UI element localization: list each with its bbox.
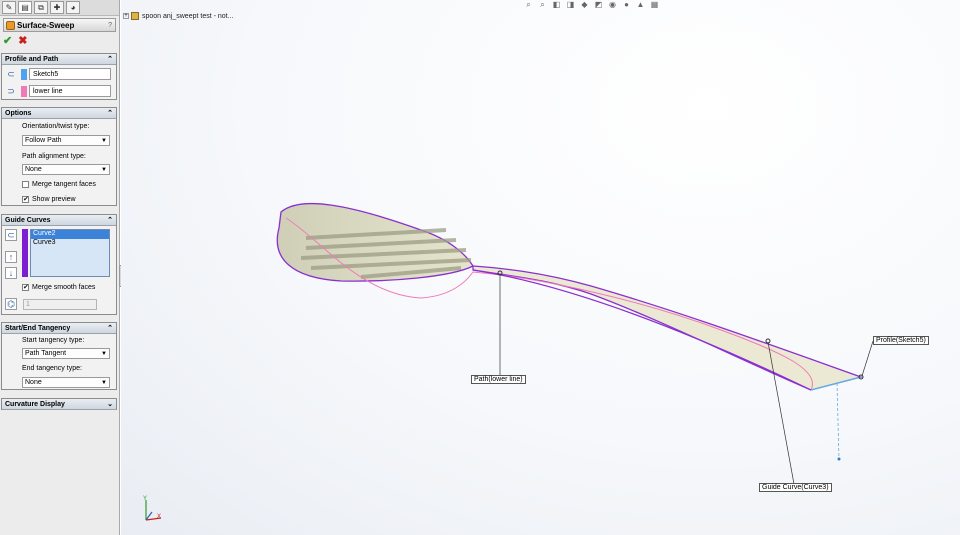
guide-curve-color-swatch bbox=[22, 229, 28, 277]
triad-y-label: Y bbox=[143, 496, 147, 502]
sketch-point[interactable] bbox=[837, 457, 841, 461]
collapse-chevron-icon[interactable]: ⌃ bbox=[107, 55, 113, 63]
guide-curves-header[interactable]: Guide Curves ⌃ bbox=[2, 215, 116, 226]
profile-path-group: Profile and Path ⌃ ⊂ Sketch5 ⊃ lower lin… bbox=[1, 53, 117, 100]
merge-tangent-label: Merge tangent faces bbox=[32, 181, 96, 188]
ok-cancel-bar: ✔ ✖ bbox=[0, 32, 119, 48]
tangency-group: Start/End Tangency ⌃ Start tangency type… bbox=[1, 322, 117, 390]
options-group: Options ⌃ Orientation/twist type: Follow… bbox=[1, 107, 117, 206]
merge-smooth-label: Merge smooth faces bbox=[32, 284, 96, 291]
guide-curve-line bbox=[472, 269, 812, 391]
curvature-display-header[interactable]: Curvature Display ⌄ bbox=[2, 399, 116, 410]
options-header[interactable]: Options ⌃ bbox=[2, 108, 116, 119]
sketch-construction-line bbox=[836, 382, 840, 461]
profile-icon: ⊂ bbox=[7, 68, 15, 79]
profile-path-heading: Profile and Path bbox=[5, 55, 59, 63]
feature-title: Surface-Sweep bbox=[17, 20, 75, 30]
end-tangency-dropdown[interactable]: None ▼ bbox=[22, 377, 110, 388]
collapse-chevron-icon[interactable]: ⌃ bbox=[107, 324, 113, 332]
dimxpert-manager-tab-icon[interactable]: ✚ bbox=[50, 1, 64, 14]
path-callout[interactable]: Path(lower line) bbox=[471, 375, 526, 384]
profile-callout[interactable]: Profile(Sketch5) bbox=[873, 336, 929, 345]
collapse-chevron-icon[interactable]: ⌃ bbox=[107, 109, 113, 117]
profile-path-header[interactable]: Profile and Path ⌃ bbox=[2, 54, 116, 65]
guide-curves-heading: Guide Curves bbox=[5, 216, 51, 224]
model-viewport: Y X bbox=[143, 202, 874, 521]
graphics-area[interactable]: + spoon anj_sweept test - not... ⌕ ⌕ ◧ ◨… bbox=[121, 0, 960, 535]
curvature-display-group: Curvature Display ⌄ bbox=[1, 398, 117, 410]
feature-title-bar: Surface-Sweep ? bbox=[3, 18, 116, 32]
show-preview-checkbox[interactable]: ✔ bbox=[22, 196, 29, 203]
display-manager-tab-icon[interactable]: ◕ bbox=[66, 1, 80, 14]
move-down-icon[interactable]: ↓ bbox=[5, 267, 17, 279]
path-selection-box[interactable]: lower line bbox=[29, 85, 111, 97]
path-icon: ⊃ bbox=[7, 85, 15, 96]
section-view-icon[interactable]: ⌬ bbox=[5, 298, 17, 310]
view-triad: Y X bbox=[143, 496, 162, 521]
sweep-feature-icon bbox=[6, 20, 15, 30]
guide-curves-list[interactable]: Curve2 Curve3 bbox=[30, 229, 110, 277]
tangency-heading: Start/End Tangency bbox=[5, 324, 71, 332]
end-tangency-label: End tangency type: bbox=[22, 365, 82, 372]
guide-curve-callout[interactable]: Guide Curve(Curve3) bbox=[759, 483, 832, 492]
guide-curve-select-icon[interactable]: ⊂ bbox=[5, 229, 17, 241]
dropdown-arrow-icon: ▼ bbox=[101, 166, 107, 173]
tangency-header[interactable]: Start/End Tangency ⌃ bbox=[2, 323, 116, 334]
expand-chevron-icon[interactable]: ⌄ bbox=[107, 400, 113, 408]
move-up-icon[interactable]: ↑ bbox=[5, 251, 17, 263]
manager-tabs: ✎ ▤ ⧉ ✚ ◕ bbox=[0, 0, 119, 16]
configuration-manager-tab-icon[interactable]: ⧉ bbox=[34, 1, 48, 14]
property-manager-tab-icon[interactable]: ▤ bbox=[18, 1, 32, 14]
merge-tangent-checkbox[interactable] bbox=[22, 181, 29, 188]
sections-spinner[interactable]: 1 bbox=[23, 298, 97, 310]
property-manager-panel: ✎ ▤ ⧉ ✚ ◕ Surface-Sweep ? ✔ ✖ Profile an… bbox=[0, 0, 120, 535]
triad-x-label: X bbox=[157, 514, 161, 520]
options-heading: Options bbox=[5, 109, 32, 117]
dropdown-arrow-icon: ▼ bbox=[101, 137, 107, 144]
path-color-swatch bbox=[21, 85, 27, 97]
spoon-handle-surface[interactable] bbox=[472, 265, 864, 391]
curvature-heading: Curvature Display bbox=[5, 400, 65, 408]
dropdown-arrow-icon: ▼ bbox=[101, 350, 107, 357]
start-tangency-value: Path Tangent bbox=[25, 350, 67, 357]
end-tangency-value: None bbox=[25, 379, 42, 386]
profile-selection-box[interactable]: Sketch5 bbox=[29, 68, 111, 80]
guide-curves-group: Guide Curves ⌃ ⊂ ↑ ↓ Curve2 Curve3 ✔ Mer… bbox=[1, 214, 117, 315]
cancel-button[interactable]: ✖ bbox=[18, 34, 27, 47]
start-tangency-label: Start tangency type: bbox=[22, 337, 85, 344]
list-item[interactable]: Curve3 bbox=[31, 239, 109, 248]
list-item[interactable]: Curve2 bbox=[31, 230, 109, 239]
profile-color-swatch bbox=[21, 68, 27, 80]
orientation-label: Orientation/twist type: bbox=[22, 123, 90, 130]
merge-smooth-checkbox[interactable]: ✔ bbox=[22, 284, 29, 291]
profile-leader-line bbox=[861, 340, 874, 377]
orientation-dropdown[interactable]: Follow Path ▼ bbox=[22, 135, 110, 146]
dropdown-arrow-icon: ▼ bbox=[101, 379, 107, 386]
start-tangency-dropdown[interactable]: Path Tangent ▼ bbox=[22, 348, 110, 359]
feature-manager-tab-icon[interactable]: ✎ bbox=[2, 1, 16, 14]
alignment-dropdown[interactable]: None ▼ bbox=[22, 164, 110, 175]
alignment-value: None bbox=[25, 166, 42, 173]
collapse-chevron-icon[interactable]: ⌃ bbox=[107, 216, 113, 224]
ok-button[interactable]: ✔ bbox=[3, 34, 12, 47]
orientation-value: Follow Path bbox=[25, 137, 62, 144]
help-button[interactable]: ? bbox=[108, 22, 112, 29]
alignment-label: Path alignment type: bbox=[22, 153, 86, 160]
show-preview-label: Show preview bbox=[32, 196, 76, 203]
